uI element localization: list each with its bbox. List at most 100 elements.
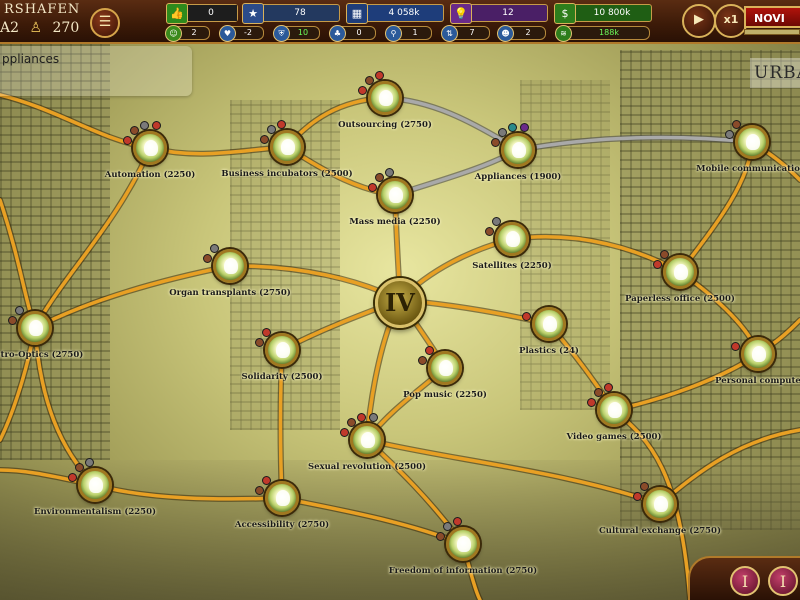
bulb-icon: [439, 360, 453, 376]
education-indicator[interactable]: ☻ 2: [497, 25, 546, 42]
bulb-icon: [674, 264, 688, 280]
tech-label: Environmentalism (2250): [33, 507, 157, 517]
menu-button[interactable]: ☰: [90, 8, 120, 38]
heart-icon: ♥: [219, 25, 236, 42]
tech-label: Sexual revolution (2500): [307, 462, 427, 472]
city-panel: RSHAFEN A2 ♙ 270 ☰: [0, 0, 160, 42]
city-info: A2 ♙ 270: [0, 20, 85, 36]
tech-label: Solidarity (2500): [241, 372, 323, 382]
bulb-icon: [144, 140, 158, 156]
bonus-icon: [385, 167, 395, 177]
tech-label: Business incubators (2500): [221, 169, 353, 179]
category-title: ppliances: [2, 52, 60, 66]
tech-node-satellites[interactable]: [495, 222, 529, 256]
bonus-icon: [277, 119, 287, 129]
tech-node-pop-music[interactable]: [428, 351, 462, 385]
tech-node-personal-computers[interactable]: [741, 337, 775, 371]
tech-node-outsourcing[interactable]: [368, 81, 402, 115]
bonus-icon: [375, 70, 385, 80]
approval-stat[interactable]: 👍 0: [166, 3, 238, 24]
city-name: RSHAFEN: [4, 2, 81, 17]
bonus-icon: [85, 457, 95, 467]
tech-label: Paperless office (2500): [625, 294, 735, 304]
mobility-indicator[interactable]: ⇅ 7: [441, 25, 490, 42]
bulb-icon: [752, 346, 766, 362]
bulb-icon: [281, 139, 295, 155]
tech-label: Organ transplants (2750): [169, 288, 291, 298]
tech-node-appliances[interactable]: [501, 133, 535, 167]
date-display: NOVI: [744, 6, 800, 28]
speed-button[interactable]: x1: [714, 4, 748, 38]
tech-node-mobile-communications[interactable]: [735, 125, 769, 159]
tech-node-freedom-of-information[interactable]: [446, 527, 480, 561]
city-population: 270: [52, 20, 80, 36]
tech-node-paperless-office[interactable]: [663, 255, 697, 289]
tech-label: Freedom of information (2750): [388, 566, 538, 576]
bulb-icon: [746, 134, 760, 150]
money-icon: $: [554, 3, 576, 24]
research-stat[interactable]: 💡 12: [450, 3, 548, 24]
tech-node-organ-transplants[interactable]: [213, 249, 247, 283]
environment-indicator[interactable]: ♣ 0: [329, 25, 376, 42]
face-icon: ☻: [497, 25, 514, 42]
population-icon: ♙: [29, 20, 43, 36]
era-button-1[interactable]: I: [730, 566, 760, 596]
bonus-icon: [151, 120, 161, 130]
bulb-icon: [543, 316, 557, 332]
happiness-indicator[interactable]: ☺ 2: [165, 25, 210, 42]
money-stat[interactable]: $ 10 800k: [554, 3, 652, 24]
prestige-stat[interactable]: ★ 78: [242, 3, 340, 24]
tech-label: Appliances (1900): [474, 172, 562, 182]
bulb-icon: [361, 432, 375, 448]
bulb-icon: [389, 187, 403, 203]
tech-label: Video games (2500): [566, 432, 662, 442]
bonus-icon: [604, 382, 614, 392]
bonus-icon: [508, 122, 518, 132]
health-indicator[interactable]: ♥ -2: [219, 25, 264, 42]
era-iv-node[interactable]: IV: [375, 278, 425, 328]
bonus-icon: [453, 516, 463, 526]
tech-node-automation[interactable]: [133, 131, 167, 165]
tech-node-accessibility[interactable]: [265, 481, 299, 515]
bonus-icon: [140, 120, 150, 130]
arrows-icon: ⇅: [441, 25, 458, 42]
category-header: ppliances: [0, 46, 192, 96]
tree-icon: ♣: [329, 25, 346, 42]
bulb-icon: [457, 536, 471, 552]
lamp-icon: ⚲: [385, 25, 402, 42]
security-indicator[interactable]: ⛨ 10: [273, 25, 320, 42]
tech-node-solidarity[interactable]: [265, 333, 299, 367]
bonus-icon: [368, 412, 378, 422]
tech-label: Satellites (2250): [472, 261, 552, 271]
tech-node-sexual-revolution[interactable]: [350, 423, 384, 457]
bricks-icon: ▦: [346, 3, 368, 24]
bulb-icon: [608, 402, 622, 418]
bulb-icon: 💡: [450, 3, 472, 24]
tech-label: Accessibility (2750): [234, 520, 330, 530]
tech-node-business-incubators[interactable]: [270, 130, 304, 164]
tech-node-environmentalism[interactable]: [78, 468, 112, 502]
smiley-icon: ☺: [165, 25, 182, 42]
bulb-icon: [276, 342, 290, 358]
tech-node-cultural-exchange[interactable]: [643, 487, 677, 521]
city-rank: A2: [0, 20, 20, 36]
tech-node-plastics[interactable]: [532, 307, 566, 341]
era-selector: I I: [688, 556, 800, 600]
materials-stat[interactable]: ▦ 4 058k: [346, 3, 444, 24]
tech-node-electro-optics[interactable]: [18, 311, 52, 345]
tech-label: Plastics (24): [519, 346, 579, 356]
bonus-icon: [519, 122, 529, 132]
tech-node-mass-media[interactable]: [378, 178, 412, 212]
culture-indicator[interactable]: ⚲ 1: [385, 25, 432, 42]
play-button[interactable]: ▶: [682, 4, 716, 38]
urban-tab[interactable]: URBA: [750, 58, 800, 88]
bulb-icon: [276, 490, 290, 506]
tech-label: Mobile communications (2: [696, 164, 800, 174]
tech-label: Outsourcing (2750): [338, 120, 432, 130]
era-button-2[interactable]: I: [768, 566, 798, 596]
tech-label: Mass media (2250): [349, 217, 441, 227]
network-indicator[interactable]: ≋ 188k: [555, 25, 650, 42]
bulb-icon: [379, 90, 393, 106]
tech-node-video-games[interactable]: [597, 393, 631, 427]
thumbs-up-icon: 👍: [166, 3, 188, 24]
